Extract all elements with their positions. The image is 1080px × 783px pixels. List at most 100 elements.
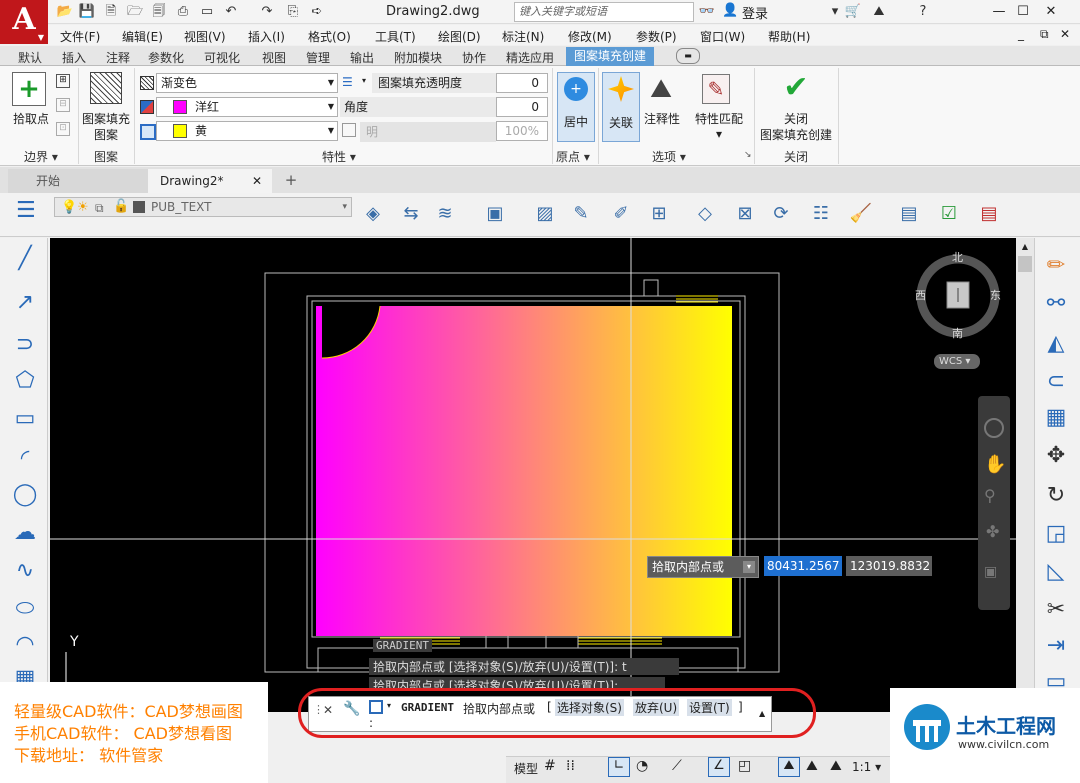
rectangle-tool-icon[interactable]: ▭ (10, 404, 40, 434)
move-tool-icon[interactable]: ✥ (1040, 440, 1072, 472)
layer-merge-icon[interactable]: ⊠ (730, 198, 760, 230)
save-as-icon[interactable]: 🗎 (102, 3, 120, 21)
annotation-visibility-icon[interactable]: ⛰ (778, 757, 800, 777)
layer-off-icon[interactable]: ▨ (530, 198, 560, 230)
rotate-tool-icon[interactable]: ↻ (1040, 480, 1072, 512)
menu-draw[interactable]: 绘图(D) (438, 28, 481, 45)
doc-minimize-button[interactable]: _ (1018, 27, 1024, 41)
compass-west[interactable]: 西 (915, 287, 926, 303)
forward-icon[interactable]: ➪ (308, 3, 326, 21)
erase-sheet-icon[interactable]: ▤ (974, 198, 1004, 230)
transparency-icon[interactable]: ☰ (342, 75, 358, 89)
select-boundary-icon[interactable]: ⊞ (56, 74, 70, 88)
help-icon[interactable]: ? (914, 3, 932, 21)
login-link[interactable]: 登录 (742, 3, 768, 22)
annotative-label[interactable]: 注释性 (640, 110, 684, 127)
gradient-hatch[interactable] (316, 306, 732, 636)
grid-icon[interactable]: # (544, 758, 556, 774)
recreate-boundary-icon[interactable]: ⊡ (56, 122, 70, 136)
pick-points-icon[interactable]: + (12, 72, 46, 106)
chevron-down-icon[interactable]: ▾ (362, 76, 366, 85)
layer-properties-icon[interactable]: ☰ (16, 198, 46, 228)
layer-isolate-icon[interactable]: ▣ (480, 198, 510, 230)
tab-output[interactable]: 输出 (350, 49, 374, 66)
menu-dimension[interactable]: 标注(N) (502, 28, 544, 45)
model-space-button[interactable]: 模型 (514, 760, 538, 777)
menu-view[interactable]: 视图(V) (184, 28, 226, 45)
polygon-tool-icon[interactable]: ⬠ (10, 366, 40, 396)
save-icon[interactable]: 💾 (78, 3, 96, 21)
tab-hatch-creation[interactable]: 图案填充创建 (566, 47, 654, 66)
new-sheet-icon[interactable]: ▭ (198, 3, 216, 21)
pattern-button-label-2[interactable]: 图案 (80, 126, 132, 143)
new-tab-button[interactable]: + (282, 171, 300, 189)
layer-previous-icon[interactable]: ⇆ (396, 198, 426, 230)
tab-insert[interactable]: 插入 (62, 49, 86, 66)
tint-input[interactable]: 100% (496, 121, 548, 141)
user-icon[interactable]: 👤 (722, 3, 738, 18)
scroll-thumb[interactable] (1018, 256, 1032, 272)
close-window-button[interactable]: ✕ (1040, 2, 1062, 22)
tab-view[interactable]: 视图 (262, 49, 286, 66)
menu-edit[interactable]: 编辑(E) (122, 28, 163, 45)
coord-x-input[interactable]: 80431.2567 (764, 556, 842, 576)
menu-modify[interactable]: 修改(M) (568, 28, 612, 45)
share-icon[interactable]: ⎘ (284, 3, 302, 21)
remove-boundary-icon[interactable]: ⊟ (56, 98, 70, 112)
plot-icon[interactable]: ⎙ (174, 3, 192, 21)
layer-match-icon[interactable]: ⊞ (644, 198, 674, 230)
hatch-type-select[interactable]: 渐变色 ▼ (156, 73, 338, 93)
transparency-input[interactable]: 0 (496, 73, 548, 93)
revcloud-tool-icon[interactable]: ☁ (10, 518, 40, 548)
pattern-button-label-1[interactable]: 图案填充 (80, 110, 132, 127)
steering-wheel-icon[interactable] (984, 418, 1004, 438)
copy-tool-icon[interactable]: ⚯ (1040, 288, 1072, 320)
snap-icon[interactable]: ⁞⁞ (566, 758, 575, 774)
menu-parametric[interactable]: 参数(P) (636, 28, 677, 45)
orbit-icon[interactable]: ✤ (986, 522, 999, 541)
broom-icon[interactable]: 🧹 (846, 198, 876, 230)
drawing-canvas[interactable]: Y 北 南 东 西 WCS ▾ ✋ ⚲ ✤ ▣ GRADIENT 拾取内部点或 … (50, 238, 1016, 712)
compass-south[interactable]: 南 (952, 325, 963, 341)
scroll-up-icon[interactable]: ▲ (1019, 242, 1031, 254)
checkmark-icon[interactable]: ✔ (780, 72, 812, 104)
annotation-scale-icon[interactable]: ⛰ (830, 758, 842, 774)
tab-featured-apps[interactable]: 精选应用 (506, 49, 554, 66)
open-web-icon[interactable]: 🗁 (126, 3, 144, 21)
ray-tool-icon[interactable]: ↗ (10, 288, 40, 318)
cart-icon[interactable]: 🛒 (844, 3, 862, 21)
tab-drawing2[interactable]: Drawing2* ✕ (148, 169, 272, 193)
tab-visualize[interactable]: 可视化 (204, 49, 240, 66)
layer-translate-icon[interactable]: ☷ (806, 198, 836, 230)
mirror-tool-icon[interactable]: ◭ (1040, 328, 1072, 360)
ortho-icon[interactable]: ∟ (608, 757, 630, 777)
tab-default[interactable]: 默认 (18, 49, 42, 66)
object-snap-icon[interactable]: ◰ (738, 758, 751, 774)
layer-refresh-icon[interactable]: ⟳ (766, 198, 796, 230)
layer-freeze-icon[interactable]: ✎ (566, 198, 596, 230)
ellipse-tool-icon[interactable]: ⬭ (10, 594, 40, 624)
redo-icon[interactable]: ↷ (258, 3, 276, 21)
open-icon[interactable]: 📂 (56, 3, 74, 21)
dialog-launcher-icon[interactable]: ↘ (744, 150, 752, 160)
options-panel-title[interactable]: 选项 ▾ (652, 148, 686, 165)
trim-tool-icon[interactable]: ✂ (1040, 594, 1072, 626)
zoom-icon[interactable]: ⚲ (984, 486, 996, 505)
menu-window[interactable]: 窗口(W) (700, 28, 745, 45)
undo-icon[interactable]: ↶ (222, 3, 240, 21)
tab-collaborate[interactable]: 协作 (462, 49, 486, 66)
compass-north[interactable]: 北 (952, 249, 963, 265)
arc-tool-icon[interactable]: ◜ (10, 444, 40, 474)
circle-tool-icon[interactable]: ◯ (10, 480, 40, 510)
angle-input[interactable]: 0 (496, 97, 548, 117)
line-tool-icon[interactable]: ╱ (10, 244, 40, 274)
boundary-panel-title[interactable]: 边界 ▾ (24, 148, 58, 165)
tab-parametric[interactable]: 参数化 (148, 49, 184, 66)
make-current-layer-icon[interactable]: ◈ (358, 198, 388, 230)
coord-y-input[interactable]: 123019.8832 (846, 556, 932, 576)
tab-start[interactable]: 开始 (8, 169, 148, 193)
ellipse-arc-tool-icon[interactable]: ◠ (10, 630, 40, 660)
erase-tool-icon[interactable]: ✏ (1040, 250, 1072, 282)
hatch-pattern-icon[interactable] (90, 72, 122, 104)
gradient-color2-icon[interactable] (140, 124, 156, 140)
